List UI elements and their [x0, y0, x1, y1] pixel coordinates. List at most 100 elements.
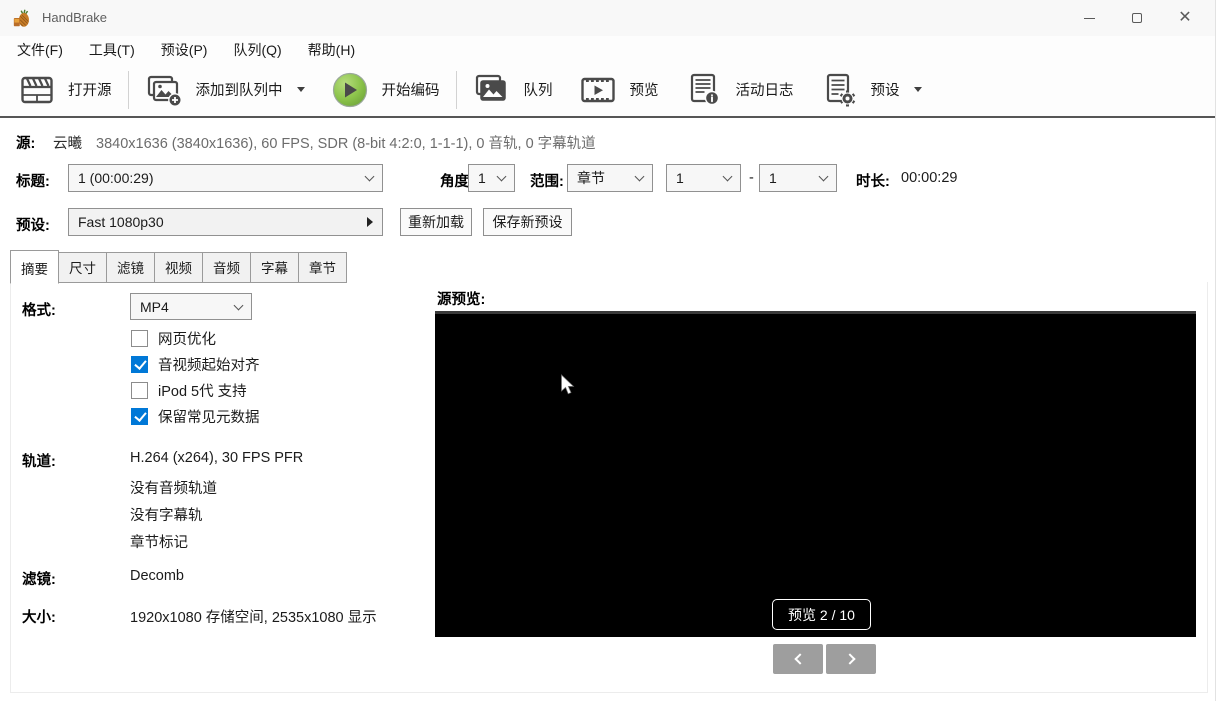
range-type-select[interactable]: 章节	[567, 164, 653, 192]
format-label: 格式:	[22, 303, 56, 319]
preset-select[interactable]: Fast 1080p30	[68, 208, 383, 236]
source-label: 源:	[16, 136, 36, 152]
close-icon: ✕	[1178, 9, 1192, 26]
menu-presets[interactable]: 预设(P)	[148, 36, 221, 64]
tab-dimensions[interactable]: 尺寸	[59, 252, 107, 283]
activity-log-button[interactable]: 活动日志	[672, 67, 807, 113]
chevron-right-icon	[843, 653, 856, 665]
presets-icon	[826, 73, 855, 106]
open-source-label: 打开源	[68, 83, 112, 99]
tracks-label: 轨道:	[22, 454, 56, 470]
start-encode-button[interactable]: 开始编码	[318, 67, 453, 113]
add-to-queue-label: 添加到队列中	[195, 83, 283, 99]
angle-label: 角度	[440, 174, 469, 190]
chevron-down-icon	[364, 171, 375, 182]
activity-log-icon	[690, 73, 719, 105]
angle-select[interactable]: 1	[468, 164, 515, 192]
filmstrip-preview-icon	[580, 77, 615, 102]
next-preview-button[interactable]	[826, 644, 876, 674]
duration-label: 时长:	[856, 174, 890, 190]
source-preview-image: 预览 2 / 10	[435, 311, 1196, 637]
title-label: 标题:	[16, 174, 50, 190]
minimize-button[interactable]	[1065, 0, 1113, 36]
title-bar: HandBrake ✕	[0, 0, 1215, 36]
presets-label: 预设	[870, 83, 900, 99]
duration-value: 00:00:29	[901, 170, 958, 186]
chevron-down-icon	[722, 171, 733, 182]
save-new-preset-label: 保存新预设	[492, 214, 563, 230]
start-encode-label: 开始编码	[381, 83, 440, 99]
previous-preview-button[interactable]	[773, 644, 823, 674]
tab-strip: 摘要 尺寸 滤镜 视频 音频 字幕 章节	[10, 250, 347, 284]
add-to-queue-dropdown-icon	[296, 87, 305, 92]
menu-queue[interactable]: 队列(Q)	[220, 36, 294, 64]
chevron-down-icon	[233, 300, 244, 310]
web-optimized-checkbox[interactable]	[131, 329, 148, 347]
maximize-button[interactable]	[1113, 0, 1161, 36]
ipod-support-checkbox-row[interactable]: iPod 5代 支持	[131, 380, 247, 400]
queue-label: 队列	[523, 83, 553, 99]
preview-counter-badge: 预览 2 / 10	[772, 599, 871, 630]
menu-file[interactable]: 文件(F)	[4, 36, 76, 64]
reload-button[interactable]: 重新加载	[400, 208, 472, 236]
title-select-value: 1 (00:00:29)	[78, 170, 154, 186]
tab-chapters[interactable]: 章节	[299, 252, 347, 283]
toolbar-separator	[455, 70, 457, 109]
tab-filters[interactable]: 滤镜	[107, 252, 155, 283]
preview-button[interactable]: 预览	[566, 67, 672, 113]
tab-dimensions-label: 尺寸	[69, 261, 96, 276]
tab-filters-label: 滤镜	[117, 261, 144, 276]
keep-metadata-label: 保留常见元数据	[158, 409, 260, 426]
menu-help[interactable]: 帮助(H)	[295, 36, 368, 64]
presets-button[interactable]: 预设	[807, 67, 935, 113]
tab-subtitles[interactable]: 字幕	[251, 252, 299, 283]
minimize-icon	[1083, 17, 1095, 19]
reload-button-label: 重新加载	[408, 214, 464, 230]
open-source-button[interactable]: 打开源	[6, 67, 125, 113]
ipod-support-label: iPod 5代 支持	[158, 383, 247, 400]
add-to-queue-button[interactable]: 添加到队列中	[132, 67, 318, 113]
range-start-value: 1	[676, 170, 684, 186]
keep-metadata-checkbox[interactable]	[131, 407, 148, 425]
range-separator: -	[749, 170, 754, 186]
close-button[interactable]: ✕	[1161, 0, 1209, 36]
keep-metadata-checkbox-row[interactable]: 保留常见元数据	[131, 406, 260, 426]
ipod-support-checkbox[interactable]	[131, 381, 148, 399]
presets-dropdown-icon	[913, 87, 922, 92]
chevron-down-icon	[818, 171, 829, 182]
chevron-down-icon	[496, 171, 507, 182]
tab-subtitles-label: 字幕	[261, 261, 288, 276]
queue-button[interactable]: 队列	[460, 67, 566, 113]
menu-tools[interactable]: 工具(T)	[76, 36, 148, 64]
range-type-value: 章节	[577, 170, 605, 186]
range-end-value: 1	[769, 170, 777, 186]
web-optimized-label: 网页优化	[158, 331, 216, 348]
source-name: 云曦	[53, 136, 82, 152]
web-optimized-checkbox-row[interactable]: 网页优化	[131, 328, 216, 348]
title-select[interactable]: 1 (00:00:29)	[68, 164, 383, 192]
tab-video[interactable]: 视频	[155, 252, 203, 283]
align-av-start-checkbox-row[interactable]: 音视频起始对齐	[131, 354, 260, 374]
chevron-left-icon	[793, 653, 806, 665]
tab-audio-label: 音频	[213, 261, 240, 276]
format-select[interactable]: MP4	[130, 293, 252, 320]
align-av-start-checkbox[interactable]	[131, 355, 148, 373]
range-end-select[interactable]: 1	[759, 164, 837, 192]
align-av-start-label: 音视频起始对齐	[158, 357, 260, 374]
tab-audio[interactable]: 音频	[203, 252, 251, 283]
tab-summary-label: 摘要	[21, 262, 48, 277]
track-subtitle-info: 没有字幕轨	[130, 508, 203, 524]
arrow-right-icon	[367, 217, 373, 227]
mouse-cursor	[561, 374, 575, 395]
window-controls: ✕	[1065, 0, 1209, 36]
format-select-value: MP4	[140, 298, 169, 315]
range-start-select[interactable]: 1	[666, 164, 741, 192]
menu-bar: 文件(F) 工具(T) 预设(P) 队列(Q) 帮助(H)	[0, 36, 1215, 63]
tab-summary[interactable]: 摘要	[10, 250, 59, 284]
size-value: 1920x1080 存储空间, 2535x1080 显示	[130, 610, 377, 626]
chevron-down-icon	[634, 171, 645, 182]
range-label: 范围:	[530, 174, 564, 190]
tab-video-label: 视频	[165, 261, 192, 276]
angle-select-value: 1	[478, 170, 486, 186]
save-new-preset-button[interactable]: 保存新预设	[483, 208, 572, 236]
